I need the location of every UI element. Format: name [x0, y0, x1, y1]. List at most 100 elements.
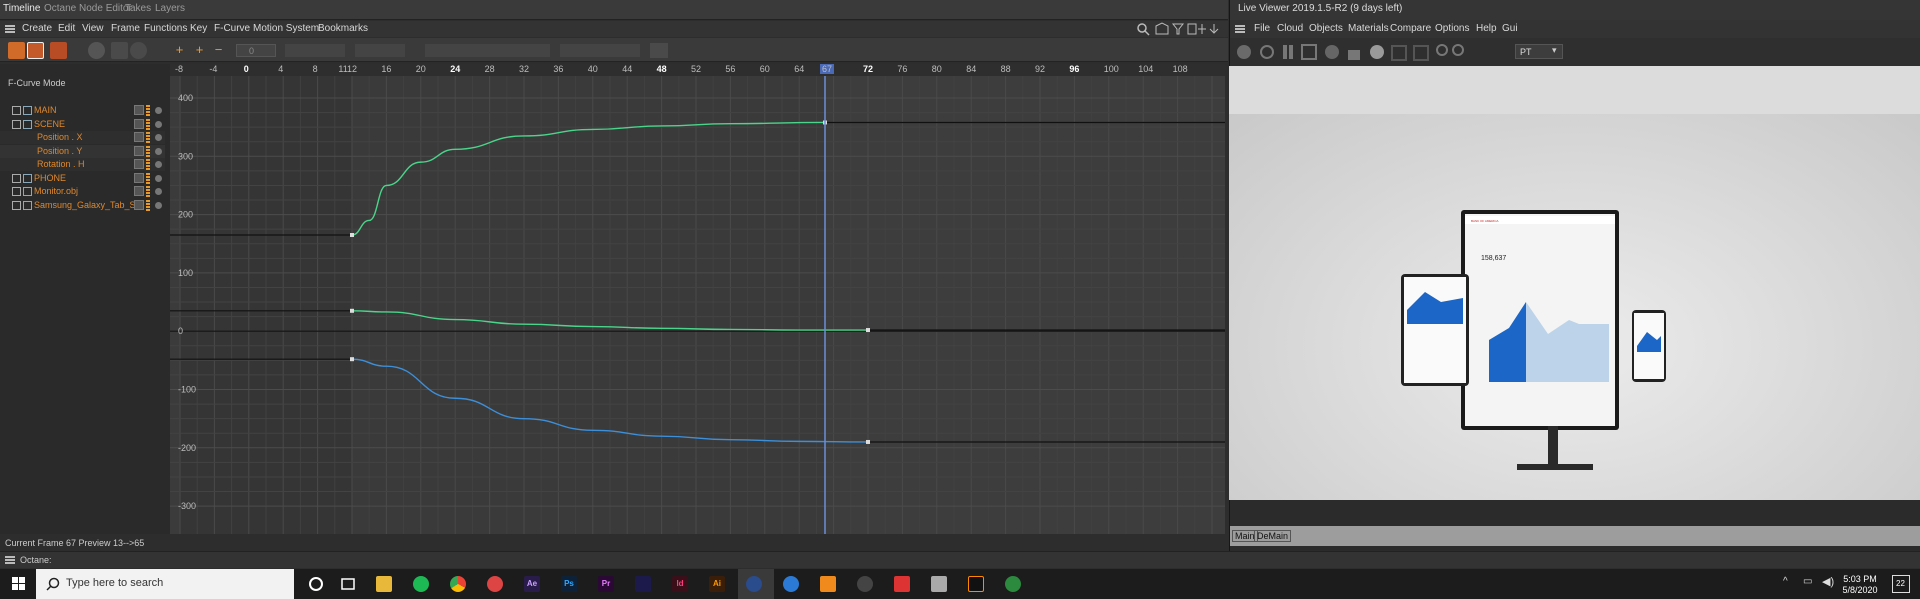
- menu-bookmarks[interactable]: Bookmarks: [318, 23, 368, 34]
- menu-key[interactable]: Key: [190, 23, 207, 34]
- pin-icon[interactable]: [1436, 44, 1448, 56]
- xbox-icon[interactable]: [1005, 576, 1021, 592]
- clay-mode-icon[interactable]: [1413, 45, 1429, 61]
- menu-edit[interactable]: Edit: [58, 23, 75, 34]
- enable-checkbox[interactable]: [134, 118, 144, 129]
- app-icon-red[interactable]: [894, 576, 910, 592]
- f-curve-mode-icon[interactable]: [27, 42, 44, 59]
- keyframe-point[interactable]: [866, 439, 870, 444]
- viewer-menu-compare[interactable]: Compare: [1390, 23, 1431, 34]
- system-clock[interactable]: 5:03 PM 5/8/2020: [1838, 573, 1880, 597]
- track-dot-icon[interactable]: [155, 174, 162, 182]
- expand-toggle-icon[interactable]: [12, 187, 21, 196]
- tab-timeline[interactable]: Timeline: [3, 3, 40, 14]
- volume-icon[interactable]: ◀): [1822, 575, 1834, 588]
- f-curve-canvas[interactable]: 400 300 200 100 0 -100 -200 -300: [170, 76, 1225, 534]
- bottom-menu-icon[interactable]: [5, 556, 15, 564]
- windows-start-icon[interactable]: [12, 577, 26, 591]
- menu-view[interactable]: View: [82, 23, 104, 34]
- render-canvas[interactable]: BANK OF AMERICA 158,637: [1229, 114, 1920, 500]
- viewer-menu-cloud[interactable]: Cloud: [1277, 23, 1303, 34]
- settings-icon[interactable]: [1237, 45, 1251, 59]
- tangent-buttons[interactable]: [355, 44, 405, 57]
- value-field[interactable]: 0: [236, 44, 276, 57]
- enable-checkbox[interactable]: [134, 199, 144, 210]
- menu-motion-system[interactable]: Motion System: [253, 23, 319, 34]
- tray-chevron-icon[interactable]: ^: [1783, 576, 1788, 587]
- kernel-dropdown[interactable]: PT ▾: [1515, 44, 1563, 59]
- expand-toggle-icon[interactable]: [12, 200, 21, 210]
- f-curve-graph[interactable]: 400 300 200 100 0 -100 -200 -300: [170, 76, 1225, 534]
- tree-row-position-x[interactable]: Position . X: [0, 131, 165, 144]
- timeline-ruler[interactable]: -8 -4 0 4 8 12 16 20 24 28 32 36 40 44 48 52 56 60 64 67 72 7…: [170, 64, 1225, 76]
- record-icon[interactable]: [88, 42, 105, 59]
- menu-create[interactable]: Create: [22, 23, 52, 34]
- viewer-menu-file[interactable]: File: [1254, 23, 1270, 34]
- track-dot-icon[interactable]: [155, 107, 162, 114]
- navigation-icons[interactable]: [1136, 22, 1226, 36]
- autokey-icon[interactable]: [130, 42, 147, 59]
- viewer-menu-gui[interactable]: Gui: [1502, 23, 1518, 34]
- chrome-icon[interactable]: [450, 576, 466, 592]
- media-encoder-icon[interactable]: [635, 576, 651, 592]
- key-options-buttons[interactable]: [425, 44, 550, 57]
- vlc-icon[interactable]: [820, 576, 836, 592]
- expand-toggle-icon[interactable]: [12, 119, 21, 129]
- gear-icon[interactable]: [1325, 45, 1339, 59]
- keyframe-point[interactable]: [350, 357, 354, 362]
- track-dot-icon[interactable]: [155, 120, 162, 128]
- app-icon-grey[interactable]: [931, 576, 947, 592]
- spotify-icon[interactable]: [413, 576, 429, 592]
- tree-row-position-y[interactable]: Position . Y: [0, 144, 165, 158]
- tree-row-samsung-galaxy-tab[interactable]: Samsung_Galaxy_Tab_S6: [0, 199, 165, 212]
- enable-checkbox[interactable]: [134, 186, 144, 196]
- cinema4d-icon[interactable]: [746, 576, 762, 592]
- indesign-icon[interactable]: Id: [672, 576, 688, 592]
- enable-checkbox[interactable]: [134, 132, 144, 142]
- taskbar-search-box[interactable]: Type here to search: [36, 569, 294, 599]
- tree-row-rotation-h[interactable]: Rotation . H: [0, 158, 165, 171]
- expand-toggle-icon[interactable]: [12, 173, 21, 183]
- material-ball-icon[interactable]: [1370, 45, 1384, 59]
- track-dot-icon[interactable]: [155, 201, 162, 209]
- camera-icon[interactable]: [1391, 45, 1407, 61]
- network-icon[interactable]: ▭: [1803, 576, 1812, 587]
- obs-icon[interactable]: [857, 576, 873, 592]
- expand-toggle-icon[interactable]: [12, 106, 21, 115]
- file-explorer-icon[interactable]: [376, 576, 392, 592]
- viewer-menu-icon[interactable]: [1235, 25, 1245, 33]
- add-key-icon[interactable]: +: [171, 42, 188, 59]
- keyframe-tool-icon[interactable]: [111, 42, 128, 59]
- track-dot-icon[interactable]: [155, 147, 162, 155]
- notifications-icon[interactable]: 22: [1892, 575, 1910, 593]
- tree-row-monitor-obj[interactable]: Monitor.obj: [0, 185, 165, 198]
- dope-sheet-icon[interactable]: [8, 42, 25, 59]
- track-dot-icon[interactable]: [155, 161, 162, 168]
- lock-icon[interactable]: [1348, 50, 1360, 60]
- viewer-menu-materials[interactable]: Materials: [1348, 23, 1389, 34]
- motion-mode-icon[interactable]: [50, 42, 67, 59]
- enable-checkbox[interactable]: [134, 145, 144, 156]
- add-key-all-icon[interactable]: +: [191, 42, 208, 59]
- tab-layers[interactable]: Layers: [155, 3, 185, 14]
- remove-key-icon[interactable]: −: [210, 42, 227, 59]
- cortana-icon[interactable]: [308, 576, 324, 592]
- tab-octane-node-editor[interactable]: Octane Node Editor: [44, 3, 132, 14]
- enable-checkbox[interactable]: [134, 159, 144, 169]
- curve-tools-buttons[interactable]: [560, 44, 640, 57]
- menu-functions[interactable]: Functions: [144, 23, 187, 34]
- tree-row-main[interactable]: MAIN: [0, 104, 165, 117]
- keyframe-point[interactable]: [350, 308, 354, 313]
- render-tag-demain[interactable]: DeMain: [1254, 530, 1292, 542]
- tree-row-phone[interactable]: PHONE: [0, 172, 165, 185]
- keyframe-point[interactable]: [866, 328, 870, 333]
- menu-icon[interactable]: [5, 25, 15, 33]
- tab-takes[interactable]: Takes: [125, 3, 151, 14]
- region-icon[interactable]: [1301, 44, 1317, 60]
- restart-render-icon[interactable]: [1260, 45, 1274, 59]
- interpolation-buttons[interactable]: [285, 44, 345, 57]
- task-view-icon[interactable]: [340, 576, 356, 592]
- illustrator-icon[interactable]: Ai: [709, 576, 725, 592]
- viewer-menu-objects[interactable]: Objects: [1309, 23, 1343, 34]
- photoshop-icon[interactable]: Ps: [561, 576, 577, 592]
